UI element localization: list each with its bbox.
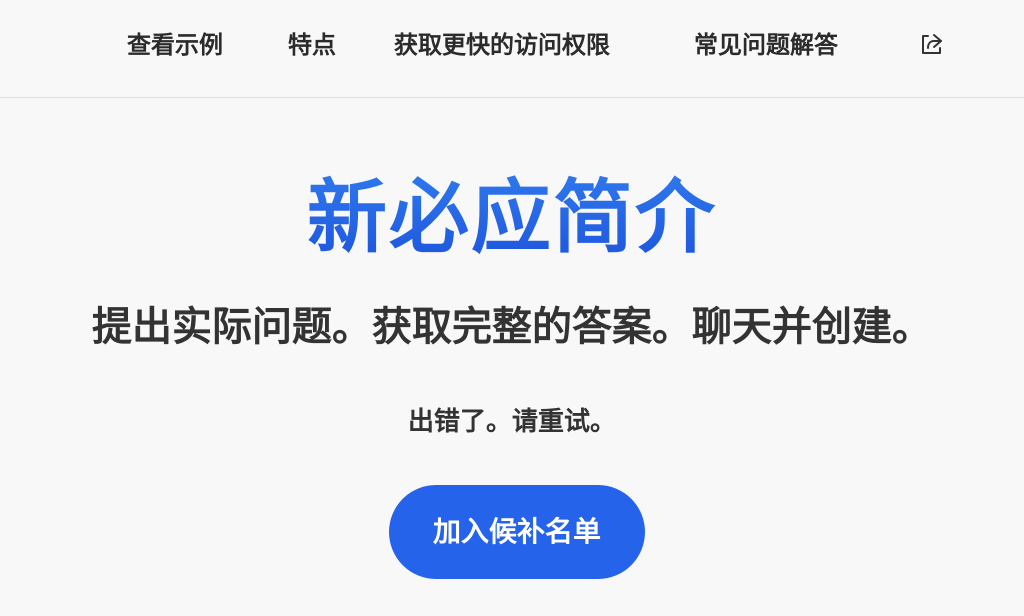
error-message: 出错了。请重试。 <box>407 407 616 437</box>
hero-tagline: 提出实际问题。获取完整的答案。聊天并创建。 <box>92 304 932 350</box>
nav-link-see-examples[interactable]: 查看示例 <box>127 28 223 62</box>
nav-link-features[interactable]: 特点 <box>288 28 336 62</box>
hero-title: 新必应简介 <box>0 168 1024 268</box>
join-waitlist-button[interactable]: 加入候补名单 <box>389 485 645 579</box>
share-icon[interactable] <box>918 30 946 58</box>
nav-link-get-faster-access[interactable]: 获取更快的访问权限 <box>394 28 610 62</box>
nav-link-faq[interactable]: 常见问题解答 <box>694 28 838 62</box>
top-navigation-bar: 查看示例 特点 获取更快的访问权限 常见问题解答 <box>0 0 1024 98</box>
